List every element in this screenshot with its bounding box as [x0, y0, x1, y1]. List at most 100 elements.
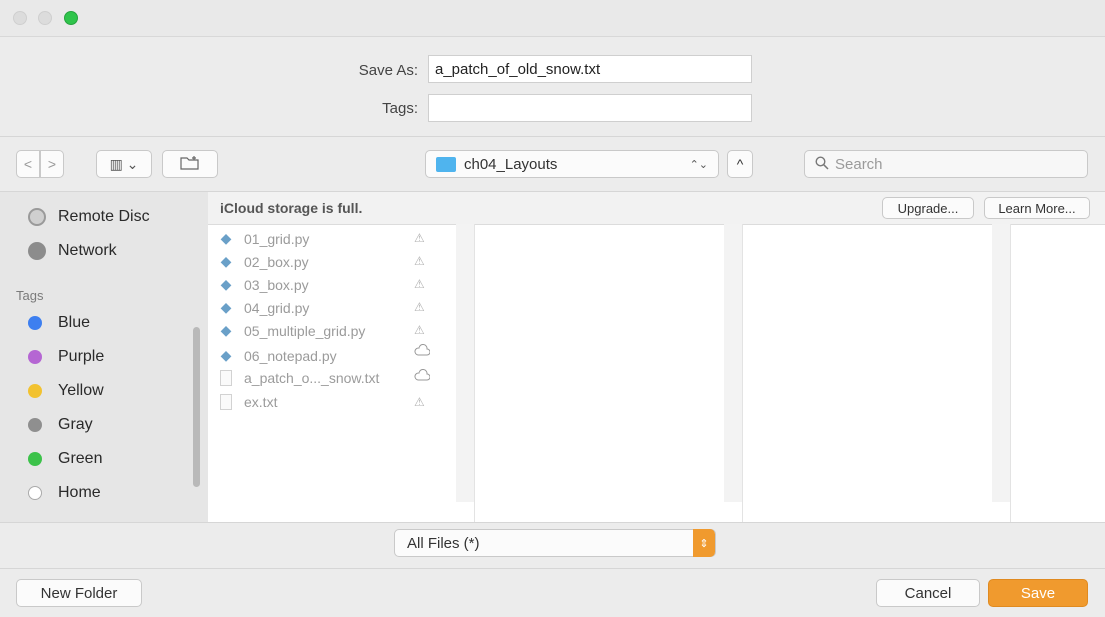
cancel-button-label: Cancel [904, 584, 952, 602]
sidebar-scrollbar[interactable] [193, 327, 200, 487]
sidebar-tag-yellow[interactable]: Yellow [28, 382, 104, 400]
columns-view-icon: ▥ ⌄ [109, 155, 139, 172]
sidebar-item-label: Network [58, 242, 117, 259]
cancel-button[interactable]: Cancel [876, 579, 980, 607]
toolbar-divider [0, 136, 1105, 137]
sidebar-item-remote-disc[interactable]: Remote Disc [28, 208, 150, 226]
new-folder-toolbar-button[interactable] [162, 150, 218, 178]
python-file-icon: ◆ [220, 253, 232, 269]
upgrade-button[interactable]: Upgrade... [882, 197, 974, 219]
text-file-icon [220, 394, 232, 410]
chevron-left-icon: < [23, 156, 33, 172]
sidebar-tag-purple[interactable]: Purple [28, 348, 104, 366]
cloud-warning-icon: ⚠ [414, 277, 425, 291]
python-file-icon: ◆ [220, 230, 232, 246]
new-folder-button[interactable]: New Folder [16, 579, 142, 607]
file-format-popup[interactable]: All Files (*) ⇕ [394, 529, 716, 557]
back-button[interactable]: < [16, 150, 40, 178]
dialog-footer: New Folder Cancel Save [0, 568, 1105, 617]
popup-chevron-icon: ⇕ [693, 529, 715, 557]
file-row[interactable]: ex.txt [220, 394, 277, 410]
python-file-icon: ◆ [220, 299, 232, 315]
file-row[interactable]: ◆ 05_multiple_grid.py [220, 322, 366, 339]
tags-heading: Tags [16, 288, 44, 303]
file-name: 05_multiple_grid.py [244, 322, 366, 339]
save-as-label: Save As: [358, 62, 418, 79]
search-placeholder: Search [835, 155, 883, 173]
forward-button[interactable]: > [40, 150, 64, 178]
python-file-icon: ◆ [220, 276, 232, 292]
sidebar-item-label: Gray [58, 416, 93, 433]
tags-input[interactable] [428, 94, 752, 122]
upgrade-button-label: Upgrade... [897, 200, 959, 216]
popup-chevron-icon: ⌃⌄ [689, 158, 708, 171]
sidebar-tag-blue[interactable]: Blue [28, 314, 90, 332]
cloud-warning-icon: ⚠ [414, 300, 425, 314]
text-file-icon [220, 370, 232, 386]
file-name: ex.txt [244, 394, 278, 410]
title-bar [0, 0, 1105, 37]
cloud-warning-icon: ⚠ [414, 323, 425, 337]
location-label: ch04_Layouts [464, 155, 558, 173]
column-divider [742, 224, 743, 522]
cloud-warning-icon: ⚠ [414, 231, 425, 245]
icloud-banner: iCloud storage is full. Upgrade... Learn… [208, 192, 1105, 225]
location-popup[interactable]: ch04_Layouts ⌃⌄ [425, 150, 719, 178]
file-row[interactable]: ◆ 02_box.py [220, 253, 309, 270]
close-window-button[interactable] [13, 11, 27, 25]
file-name: 04_grid.py [244, 299, 310, 316]
file-row[interactable]: a_patch_o..._snow.txt [220, 370, 379, 386]
file-row[interactable]: ◆ 03_box.py [220, 276, 309, 293]
column-scroll-gutter [456, 224, 474, 502]
column-scroll-gutter [724, 224, 742, 502]
file-row[interactable]: ◆ 04_grid.py [220, 299, 310, 316]
search-field[interactable]: Search [804, 150, 1088, 178]
sidebar-item-label: Green [58, 450, 103, 467]
file-browser: iCloud storage is full. Upgrade... Learn… [208, 192, 1105, 522]
sidebar-item-network[interactable]: Network [28, 242, 117, 260]
tag-blue-dot-icon [28, 316, 42, 330]
sidebar-item-label: Remote Disc [58, 208, 150, 225]
column-scroll-gutter [992, 224, 1010, 502]
tag-home-dot-icon [28, 486, 42, 500]
sidebar-item-label: Blue [58, 314, 91, 331]
tag-yellow-dot-icon [28, 384, 42, 398]
sidebar-tag-home[interactable]: Home [28, 484, 101, 502]
learn-more-button-label: Learn More... [998, 200, 1076, 216]
zoom-window-button[interactable] [64, 11, 78, 25]
file-row[interactable]: ◆ 06_notepad.py [220, 347, 337, 364]
column-divider [474, 224, 475, 522]
view-mode-button[interactable]: ▥ ⌄ [96, 150, 152, 178]
file-row[interactable]: ◆ 01_grid.py [220, 230, 310, 247]
sidebar-tag-gray[interactable]: Gray [28, 416, 93, 434]
tag-gray-dot-icon [28, 418, 42, 432]
save-as-input[interactable] [428, 55, 752, 83]
chevron-up-icon: ^ [736, 156, 744, 172]
cloud-icon [414, 369, 431, 384]
sidebar-item-label: Home [58, 484, 101, 501]
chevron-right-icon: > [47, 156, 57, 172]
file-name: 02_box.py [244, 253, 309, 270]
file-name: a_patch_o..._snow.txt [244, 370, 380, 386]
sidebar: Remote Disc Network Tags Blue Purple Yel… [0, 192, 209, 522]
format-band: All Files (*) ⇕ [0, 522, 1105, 569]
disc-icon [28, 208, 46, 226]
expand-dialog-button[interactable]: ^ [727, 150, 753, 178]
file-format-label: All Files (*) [407, 534, 480, 552]
cloud-warning-icon: ⚠ [414, 395, 425, 409]
save-button[interactable]: Save [988, 579, 1088, 607]
globe-icon [28, 242, 46, 260]
save-button-label: Save [1020, 584, 1056, 602]
sidebar-tag-green[interactable]: Green [28, 450, 102, 468]
cloud-warning-icon: ⚠ [414, 254, 425, 268]
file-name: 06_notepad.py [244, 347, 337, 364]
learn-more-button[interactable]: Learn More... [984, 197, 1090, 219]
tag-purple-dot-icon [28, 350, 42, 364]
new-folder-button-label: New Folder [40, 584, 118, 602]
file-name: 01_grid.py [244, 230, 310, 247]
cloud-icon [414, 344, 431, 359]
tags-label: Tags: [382, 100, 418, 117]
new-folder-icon [180, 155, 200, 173]
file-name: 03_box.py [244, 276, 309, 293]
minimize-window-button[interactable] [38, 11, 52, 25]
